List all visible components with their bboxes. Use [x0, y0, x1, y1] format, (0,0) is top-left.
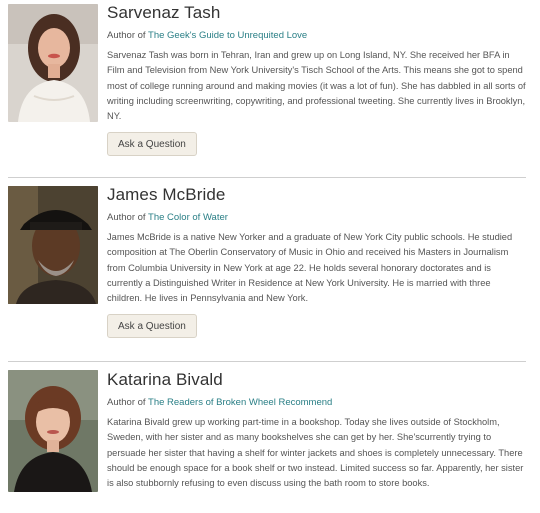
author-photo-image — [8, 370, 98, 492]
book-title-link[interactable]: The Color of Water — [148, 212, 228, 223]
author-name: Sarvenaz Tash — [107, 3, 221, 22]
author-of-label: Author of — [107, 212, 149, 223]
author-byline: Author of The Readers of Broken Wheel Re… — [107, 396, 527, 409]
ask-question-button[interactable]: Ask a Question — [107, 132, 197, 157]
author-photo-image — [8, 186, 98, 304]
author-name: James McBride — [107, 185, 226, 204]
divider — [8, 361, 526, 362]
author-bio: Sarvenaz Tash was born in Tehran, Iran a… — [107, 50, 526, 122]
book-title-link[interactable]: The Readers of Broken Wheel Recommend — [148, 397, 332, 408]
author-name: Katarina Bivald — [107, 370, 223, 389]
author-byline: Author of The Geek's Guide to Unrequited… — [107, 29, 527, 42]
author-photo[interactable] — [8, 370, 98, 492]
book-title-link[interactable]: The Geek's Guide to Unrequited Love — [148, 30, 307, 41]
author-of-label: Author of — [107, 30, 149, 41]
author-photo[interactable] — [8, 4, 98, 122]
divider — [8, 177, 526, 178]
author-bio: Katarina Bivald grew up working part-tim… — [107, 417, 524, 489]
author-of-label: Author of — [107, 397, 149, 408]
author-photo-image — [8, 4, 98, 122]
author-byline: Author of The Color of Water — [107, 211, 527, 224]
author-photo[interactable] — [8, 186, 98, 304]
author-bio: James McBride is a native New Yorker and… — [107, 232, 513, 304]
ask-question-button[interactable]: Ask a Question — [107, 314, 197, 339]
